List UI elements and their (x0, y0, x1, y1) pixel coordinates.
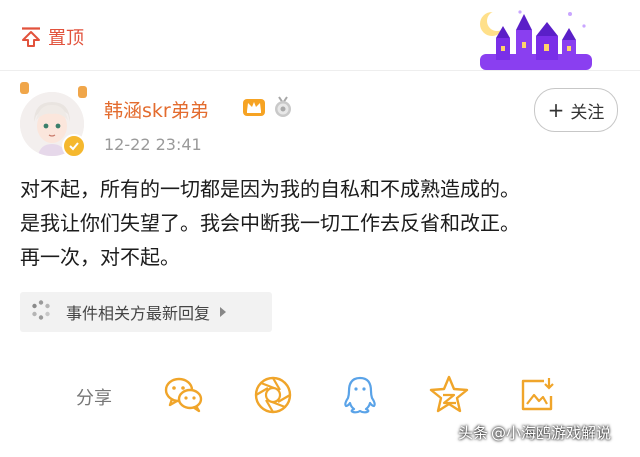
content-line: 对不起，所有的一切都是因为我的自私和不成熟造成的。 (20, 177, 520, 201)
moments-icon[interactable] (252, 374, 294, 416)
lantern-icon (20, 82, 29, 94)
pin-label-group: 置顶 (20, 24, 84, 50)
follow-label: 关注 (570, 102, 605, 123)
verified-badge-icon (62, 134, 86, 158)
pin-top-icon (20, 26, 42, 48)
post-timestamp: 12-22 23:41 (104, 135, 202, 154)
save-image-icon[interactable] (516, 374, 558, 416)
pin-label: 置顶 (48, 28, 84, 49)
follow-button[interactable]: + 关注 (534, 88, 618, 132)
content-line: 再一次，对不起。 (20, 245, 180, 269)
top-bar: 置顶 (0, 0, 640, 72)
lantern-icon (78, 86, 87, 98)
related-updates-label: 事件相关方最新回复 (66, 304, 211, 323)
watermark-text: @小海鸥游戏解说 (491, 424, 612, 442)
wechat-icon[interactable] (163, 374, 205, 416)
related-updates-card[interactable]: 事件相关方最新回复 (20, 292, 272, 332)
crown-badge-icon (242, 96, 266, 122)
medal-badge-icon (272, 96, 294, 122)
post-content: 对不起，所有的一切都是因为我的自私和不成熟造成的。 是我让你们失望了。我会中断我… (20, 172, 630, 274)
watermark: 头条 @小海鸥游戏解说 (458, 422, 611, 443)
avatar[interactable] (18, 82, 90, 162)
content-line: 是我让你们失望了。我会中断我一切工作去反省和改正。 (20, 211, 520, 235)
username[interactable]: 韩涵skr弟弟 (104, 96, 209, 123)
watermark-prefix: 头条 (458, 424, 489, 442)
plus-icon: + (547, 98, 565, 122)
user-badges (242, 96, 294, 122)
chevron-right-icon (220, 307, 227, 317)
castle-decoration-icon (470, 4, 595, 72)
qzone-star-icon[interactable] (428, 374, 470, 416)
qq-icon[interactable] (339, 374, 381, 416)
loading-dots-icon (30, 299, 52, 325)
share-label: 分享 (76, 388, 112, 409)
header-divider (0, 70, 640, 71)
